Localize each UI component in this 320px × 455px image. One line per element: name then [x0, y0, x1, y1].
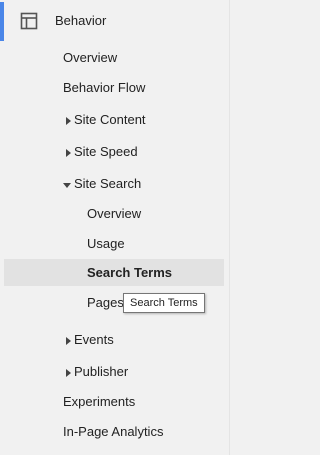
nav-item-label: Site Search: [74, 176, 142, 191]
layout-icon: [20, 12, 38, 30]
nav-item-label: Overview: [87, 206, 142, 221]
nav-item-events[interactable]: Events: [0, 328, 229, 352]
section-label: Behavior: [55, 13, 107, 28]
nav-item-behavior-flow[interactable]: Behavior Flow: [0, 76, 229, 100]
nav-subitem-search-terms[interactable]: Search Terms: [4, 259, 224, 286]
nav-item-site-content[interactable]: Site Content: [0, 108, 229, 132]
nav-item-label: Search Terms: [87, 265, 173, 280]
nav-item-label: Events: [74, 332, 114, 347]
sidebar-nav: Behavior Overview Behavior Flow Site Con…: [0, 0, 230, 455]
nav-item-label: Experiments: [63, 394, 136, 409]
triangle-right-icon: [66, 117, 71, 125]
nav-subitem-overview[interactable]: Overview: [0, 202, 229, 226]
nav-item-label: Pages: [87, 295, 124, 310]
tooltip: Search Terms: [123, 293, 205, 313]
nav-item-site-search[interactable]: Site Search: [0, 172, 229, 196]
triangle-right-icon: [66, 369, 71, 377]
nav-item-in-page-analytics[interactable]: In-Page Analytics: [0, 420, 229, 444]
nav-item-site-speed[interactable]: Site Speed: [0, 140, 229, 164]
nav-item-label: Usage: [87, 236, 125, 251]
nav-item-label: Publisher: [74, 364, 129, 379]
nav-subitem-usage[interactable]: Usage: [0, 232, 229, 256]
nav-item-label: Site Speed: [74, 144, 138, 159]
nav-item-label: In-Page Analytics: [63, 424, 164, 439]
nav-item-overview[interactable]: Overview: [0, 46, 229, 70]
nav-item-publisher[interactable]: Publisher: [0, 360, 229, 384]
nav-item-label: Behavior Flow: [63, 80, 146, 95]
nav-item-label: Site Content: [74, 112, 146, 127]
nav-item-label: Overview: [63, 50, 118, 65]
triangle-right-icon: [66, 149, 71, 157]
triangle-right-icon: [66, 337, 71, 345]
section-header-behavior[interactable]: Behavior: [0, 2, 229, 41]
nav-item-experiments[interactable]: Experiments: [0, 390, 229, 414]
triangle-down-icon: [63, 183, 71, 188]
